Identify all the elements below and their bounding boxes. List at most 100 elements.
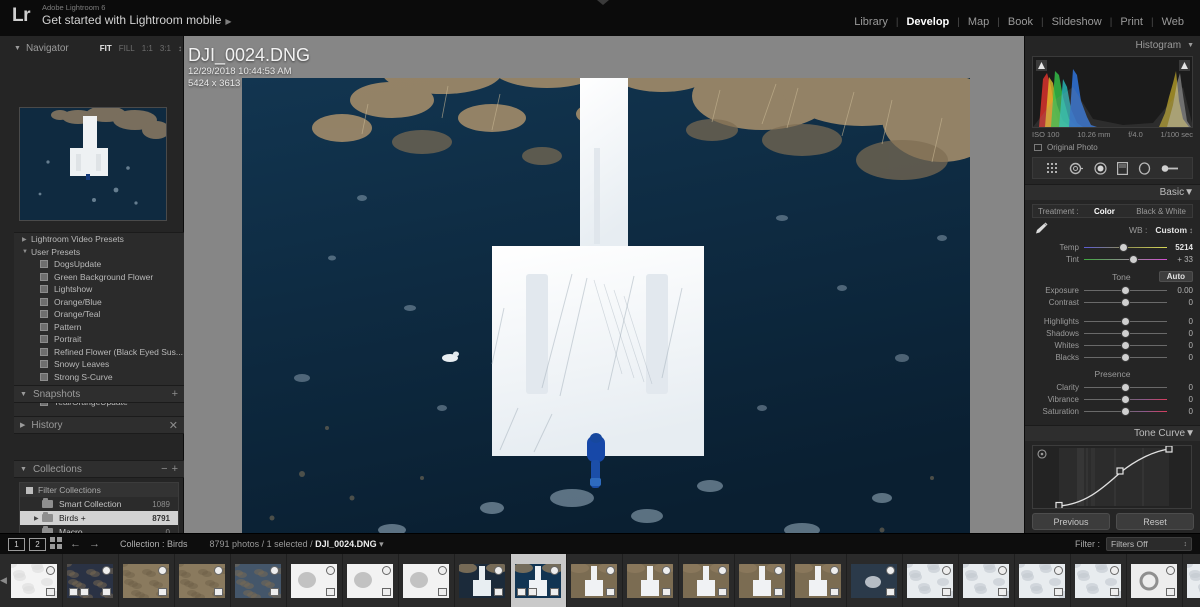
thumbnail-badge-tr[interactable]	[606, 566, 615, 575]
filmstrip-thumbnail[interactable]	[1071, 554, 1127, 607]
filmstrip-thumbnail[interactable]	[735, 554, 791, 607]
preset-group[interactable]: ▼User Presets	[14, 246, 184, 259]
thumbnail-badge-tr[interactable]	[1110, 566, 1119, 575]
thumbnail-badge-tr[interactable]	[382, 566, 391, 575]
slider-knob[interactable]	[1120, 244, 1127, 251]
filmstrip-thumbnail[interactable]	[791, 554, 847, 607]
thumbnail-badge-br[interactable]	[1166, 588, 1175, 596]
crop-overlay-icon[interactable]	[1046, 162, 1059, 175]
slider-whites[interactable]: Whites0	[1032, 339, 1193, 351]
history-panel-header[interactable]: ▶ History ✕	[14, 416, 184, 434]
thumbnail-badge-br[interactable]	[214, 588, 223, 596]
slider-value[interactable]: + 33	[1167, 255, 1193, 264]
thumbnail-badge-br[interactable]	[886, 588, 895, 596]
image-canvas[interactable]: DJI_0024.DNG 12/29/2018 10:44:53 AM 5424…	[184, 36, 1024, 533]
filmstrip-thumbnail[interactable]	[1127, 554, 1183, 607]
top-panel-toggle[interactable]	[597, 0, 609, 5]
tone-curve-graph[interactable]	[1032, 445, 1192, 509]
history-twisty-icon[interactable]: ▶	[20, 421, 25, 429]
preset-item[interactable]: Lightshow	[14, 283, 184, 296]
thumbnail-badge-tr[interactable]	[774, 566, 783, 575]
thumbnail-badge-br[interactable]	[270, 588, 279, 596]
thumbnail-badge-tr[interactable]	[102, 566, 111, 575]
slider-knob[interactable]	[1122, 342, 1129, 349]
slider-value[interactable]: 0	[1167, 383, 1193, 392]
thumbnail-badge-tr[interactable]	[718, 566, 727, 575]
slider-value[interactable]: 0	[1167, 353, 1193, 362]
thumbnail-badge-tr[interactable]	[438, 566, 447, 575]
collection-item[interactable]: ▶Birds +8791	[20, 511, 178, 525]
navigator-zoom-fill[interactable]: FILL	[119, 44, 135, 53]
slider-exposure[interactable]: Exposure0.00	[1032, 284, 1193, 296]
radial-filter-icon[interactable]	[1138, 162, 1151, 175]
thumbnail-badge-br[interactable]	[550, 588, 559, 596]
thumbnail-badge-br[interactable]	[606, 588, 615, 596]
navigator-twisty-icon[interactable]: ▼	[14, 45, 21, 52]
basic-panel-header[interactable]: Basic ▼	[1025, 184, 1200, 200]
slider-value[interactable]: 0	[1167, 329, 1193, 338]
slider-knob[interactable]	[1122, 299, 1129, 306]
preset-item[interactable]: Pattern	[14, 321, 184, 334]
thumbnail-badge-bm[interactable]	[80, 588, 89, 596]
thumbnail-badge-br[interactable]	[718, 588, 727, 596]
slider-value[interactable]: 0	[1167, 298, 1193, 307]
slider-knob[interactable]	[1122, 287, 1129, 294]
collections-panel-header[interactable]: ▼ Collections − +	[14, 460, 184, 478]
slider-contrast[interactable]: Contrast0	[1032, 296, 1193, 308]
treatment-bw-option[interactable]: Black & White	[1130, 207, 1192, 216]
thumbnail-badge-br[interactable]	[382, 588, 391, 596]
filmstrip-thumbnail[interactable]	[343, 554, 399, 607]
filmstrip-thumbnail[interactable]	[903, 554, 959, 607]
slider-track[interactable]	[1084, 394, 1167, 404]
filmstrip-thumbnail[interactable]	[455, 554, 511, 607]
slider-track[interactable]	[1084, 328, 1167, 338]
slider-temp[interactable]: Temp5214	[1032, 241, 1193, 253]
thumbnail-badge-br[interactable]	[326, 588, 335, 596]
thumbnail-badge-br[interactable]	[46, 588, 55, 596]
filmstrip-thumbnail[interactable]	[959, 554, 1015, 607]
treatment-color-option[interactable]: Color	[1088, 207, 1121, 216]
slider-value[interactable]: 5214	[1167, 243, 1193, 252]
preset-group[interactable]: ▶Lightroom Video Presets	[14, 233, 184, 246]
adjustment-brush-icon[interactable]	[1161, 162, 1179, 175]
slider-blacks[interactable]: Blacks0	[1032, 351, 1193, 363]
wb-stepper-icon[interactable]: ↕	[1189, 226, 1193, 235]
module-book[interactable]: Book	[1000, 16, 1041, 28]
slider-value[interactable]: 0.00	[1167, 286, 1193, 295]
preset-item[interactable]: Strong S-Curve	[14, 371, 184, 384]
preset-item[interactable]: Refined Flower (Black Eyed Sus...	[14, 346, 184, 359]
tone-curve-twisty-icon[interactable]: ▼	[1185, 428, 1195, 439]
previous-button[interactable]: Previous	[1032, 513, 1110, 530]
collections-twisty-icon[interactable]: ▼	[20, 466, 27, 473]
thumbnail-badge-tr[interactable]	[886, 566, 895, 575]
thumbnail-badge-tr[interactable]	[158, 566, 167, 575]
filmstrip-thumbnail[interactable]	[1015, 554, 1071, 607]
filmstrip-thumbnail[interactable]	[623, 554, 679, 607]
filmstrip-thumbnail[interactable]	[1183, 554, 1200, 607]
white-balance-selector-icon[interactable]	[1032, 221, 1050, 239]
basic-twisty-icon[interactable]: ▼	[1184, 187, 1194, 198]
filmstrip-thumbnail[interactable]	[63, 554, 119, 607]
module-map[interactable]: Map	[960, 16, 997, 28]
grid-view-icon[interactable]	[50, 537, 62, 552]
histogram-panel-header[interactable]: Histogram ▼	[1025, 36, 1200, 54]
slider-track[interactable]	[1084, 254, 1167, 264]
wb-value[interactable]: Custom	[1155, 225, 1187, 235]
thumbnail-badge-br[interactable]	[1054, 588, 1063, 596]
thumbnail-badge-tr[interactable]	[550, 566, 559, 575]
thumbnail-badge-tr[interactable]	[326, 566, 335, 575]
thumbnail-badge-br[interactable]	[774, 588, 783, 596]
slider-knob[interactable]	[1130, 256, 1137, 263]
thumbnail-badge-tr[interactable]	[942, 566, 951, 575]
preset-item[interactable]: DogsUpdate	[14, 258, 184, 271]
reset-button[interactable]: Reset	[1116, 513, 1194, 530]
develop-photo[interactable]	[242, 78, 970, 554]
filter-select[interactable]: Filters Off ↕	[1106, 537, 1192, 551]
filter-collections-row[interactable]: Filter Collections	[20, 483, 178, 497]
module-library[interactable]: Library	[846, 16, 896, 28]
slider-value[interactable]: 0	[1167, 317, 1193, 326]
navigator-zoom-3-1[interactable]: 3:1	[160, 44, 171, 53]
slider-track[interactable]	[1084, 352, 1167, 362]
tone-curve-panel-header[interactable]: Tone Curve ▼	[1025, 425, 1200, 441]
thumbnail-badge-br[interactable]	[662, 588, 671, 596]
